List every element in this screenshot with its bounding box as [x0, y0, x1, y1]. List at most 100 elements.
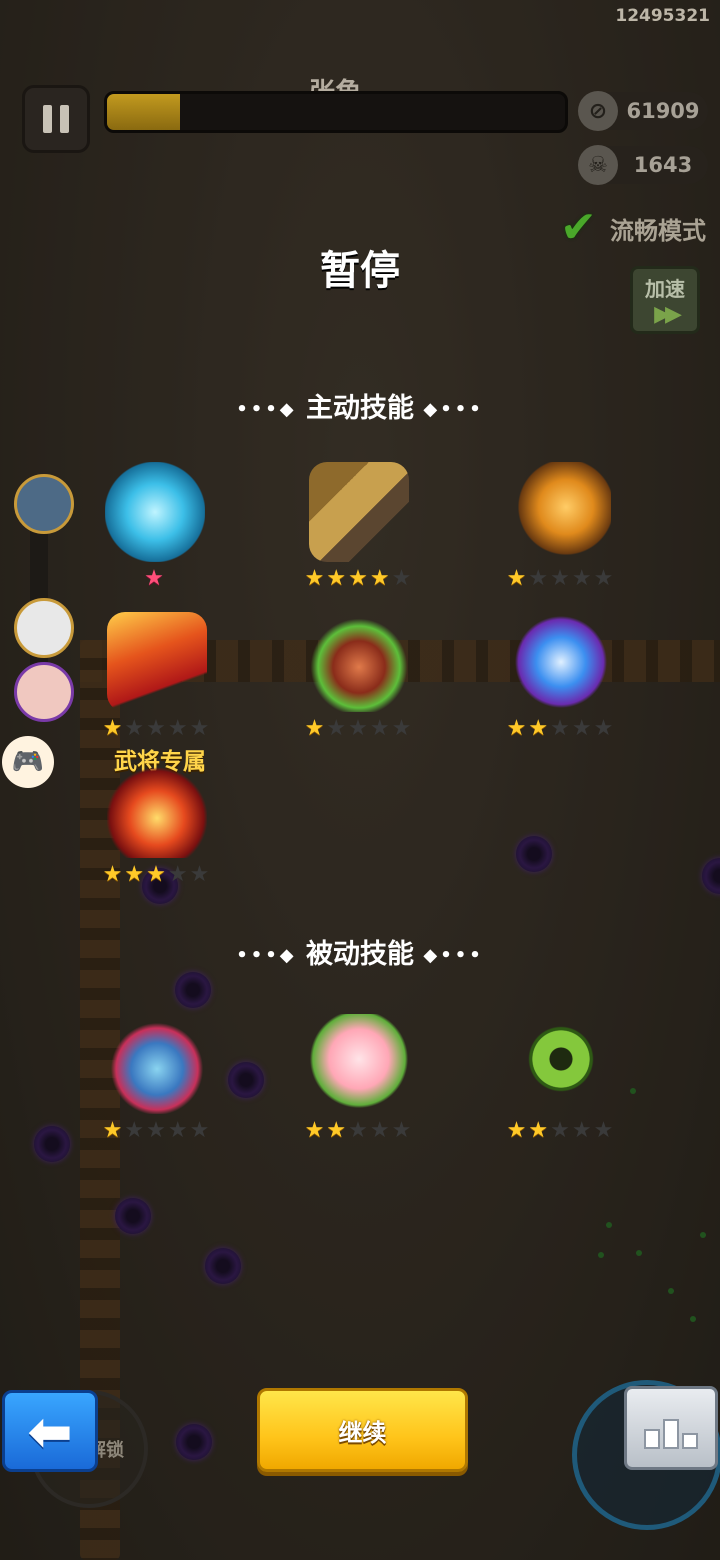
ice-sword-icon [105, 462, 205, 562]
header-dots-left: •••◆ [236, 399, 297, 420]
skill-flaming-fist[interactable]: ★★★★★ [486, 462, 636, 612]
star-empty-icon: ★ [348, 1118, 370, 1143]
star-empty-icon: ★ [167, 1118, 190, 1143]
skill-fire-blade[interactable]: ★★★★★ [82, 758, 232, 908]
star-empty-icon: ★ [146, 716, 168, 741]
star-empty-icon: ★ [124, 1118, 147, 1143]
coin-counter: ⊘ 61909 [578, 91, 708, 131]
star-empty-icon: ★ [593, 1118, 616, 1143]
skill-stars: ★★★★★ [486, 566, 636, 591]
pause-icon-bar [43, 105, 52, 133]
boss-health-fill [107, 94, 181, 130]
passive-skills-header: •••◆ 被动技能 ◆••• [0, 932, 720, 971]
header-dots-left: •••◆ [236, 945, 297, 966]
skill-stars: ★★★★★ [486, 1118, 636, 1143]
elephant-avatar[interactable] [14, 474, 74, 534]
skill-fire-scroll[interactable]: ★★★★★ [82, 612, 232, 762]
skill-arrow-barrage[interactable]: ★★★★★ [486, 612, 636, 762]
star-empty-icon: ★ [167, 716, 190, 741]
kill-value: 1643 [633, 153, 693, 177]
star-empty-icon: ★ [571, 1118, 594, 1143]
star-empty-icon: ★ [528, 566, 551, 591]
star-empty-icon: ★ [391, 566, 414, 591]
gamepad-icon[interactable]: 🎮 [2, 736, 54, 788]
star-filled-icon: ★ [528, 716, 551, 741]
star-filled-icon: ★ [506, 1118, 529, 1143]
green-tower-icon [309, 612, 409, 712]
active-skills-header: •••◆ 主动技能 ◆••• [0, 386, 720, 425]
crossbow-icon [309, 462, 409, 562]
peach-icon [309, 1014, 409, 1114]
armor-icon [107, 1014, 207, 1114]
star-filled-icon: ★ [102, 716, 125, 741]
star-empty-icon: ★ [593, 566, 616, 591]
star-filled-icon: ★ [304, 1118, 327, 1143]
star-filled-icon: ★ [506, 566, 529, 591]
pig-avatar[interactable] [14, 662, 74, 722]
continue-button[interactable]: 继续 [257, 1388, 468, 1472]
star-filled-icon: ★ [304, 716, 327, 741]
podium-icon-center [663, 1419, 679, 1449]
star-filled-icon: ★ [144, 566, 166, 591]
fast-forward-icon: ▶▶ [654, 302, 682, 327]
skill-stars: ★★★★★ [284, 566, 434, 591]
leaderboard-button[interactable] [624, 1386, 718, 1470]
boss-health-bar [104, 91, 568, 133]
skill-stars: ★ [80, 566, 230, 591]
player-id: 12495321 [615, 6, 710, 26]
star-empty-icon: ★ [369, 1118, 392, 1143]
star-empty-icon: ★ [189, 1118, 212, 1143]
fire-scroll-icon [107, 612, 207, 712]
star-filled-icon: ★ [146, 862, 168, 887]
panda-avatar[interactable] [14, 598, 74, 658]
star-filled-icon: ★ [124, 862, 147, 887]
skull-icon: ☠ [578, 145, 618, 185]
star-filled-icon: ★ [506, 716, 529, 741]
star-empty-icon: ★ [571, 716, 594, 741]
coin-icon: ⊘ [578, 91, 618, 131]
star-empty-icon: ★ [167, 862, 190, 887]
active-skills-title: 主动技能 [306, 393, 414, 424]
passive-skills-title: 被动技能 [306, 939, 414, 970]
pause-icon-bar [60, 105, 69, 133]
header-dots-right: ◆••• [423, 399, 484, 420]
back-button[interactable]: ⬅ [2, 1390, 98, 1472]
skill-stars: ★★★★★ [284, 1118, 434, 1143]
star-filled-icon: ★ [528, 1118, 551, 1143]
jade-pendant-icon [511, 1014, 611, 1114]
star-filled-icon: ★ [102, 1118, 125, 1143]
star-filled-icon: ★ [304, 566, 327, 591]
star-empty-icon: ★ [391, 1118, 414, 1143]
star-empty-icon: ★ [348, 716, 370, 741]
skill-jade-pendant[interactable]: ★★★★★ [486, 1014, 636, 1164]
skill-stars: ★★★★★ [486, 716, 636, 741]
podium-icon-right [682, 1433, 698, 1449]
skill-green-tower[interactable]: ★★★★★ [284, 612, 434, 762]
star-empty-icon: ★ [189, 716, 212, 741]
header-dots-right: ◆••• [423, 945, 484, 966]
star-filled-icon: ★ [326, 1118, 349, 1143]
fire-blade-icon [107, 758, 207, 858]
star-filled-icon: ★ [102, 862, 125, 887]
skill-stars: ★★★★★ [82, 862, 232, 887]
star-empty-icon: ★ [124, 716, 147, 741]
skill-stars: ★★★★★ [82, 716, 232, 741]
star-filled-icon: ★ [369, 566, 392, 591]
podium-icon-left [644, 1429, 660, 1449]
flaming-fist-icon [511, 462, 611, 562]
coin-value: 61909 [626, 99, 700, 123]
kill-counter: ☠ 1643 [578, 145, 708, 185]
star-filled-icon: ★ [326, 566, 349, 591]
star-filled-icon: ★ [348, 566, 370, 591]
skill-armor[interactable]: ★★★★★ [82, 1014, 232, 1164]
star-empty-icon: ★ [326, 716, 349, 741]
star-empty-icon: ★ [391, 716, 414, 741]
star-empty-icon: ★ [550, 716, 572, 741]
skill-peach[interactable]: ★★★★★ [284, 1014, 434, 1164]
star-empty-icon: ★ [550, 1118, 572, 1143]
skill-crossbow[interactable]: ★★★★★ [284, 462, 434, 612]
star-empty-icon: ★ [189, 862, 212, 887]
skill-ice-sword[interactable]: ★ [80, 462, 230, 612]
star-empty-icon: ★ [146, 1118, 168, 1143]
skill-stars: ★★★★★ [284, 716, 434, 741]
